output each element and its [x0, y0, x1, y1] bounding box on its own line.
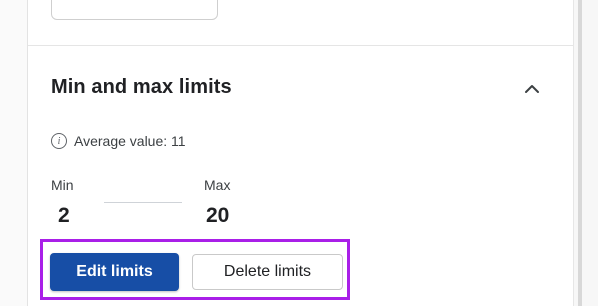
section-divider [28, 45, 573, 46]
scrollbar-track[interactable] [573, 0, 598, 306]
average-info: i Average value: 11 [51, 133, 186, 149]
info-icon: i [51, 133, 67, 149]
edit-limits-button[interactable]: Edit limits [50, 253, 179, 291]
collapse-section-button[interactable] [518, 78, 546, 100]
section-title: Min and max limits [51, 76, 232, 98]
chevron-up-icon [525, 85, 539, 93]
min-label: Min [51, 177, 74, 193]
range-connector [104, 202, 182, 203]
average-value-text: Average value: 11 [74, 133, 186, 149]
scrollbar-thumb[interactable] [578, 0, 582, 306]
left-panel-edge [0, 0, 28, 306]
max-label: Max [204, 177, 231, 193]
max-value: 20 [206, 204, 230, 227]
min-value: 2 [58, 204, 70, 227]
previous-control[interactable] [51, 0, 218, 20]
delete-limits-button[interactable]: Delete limits [192, 254, 343, 290]
